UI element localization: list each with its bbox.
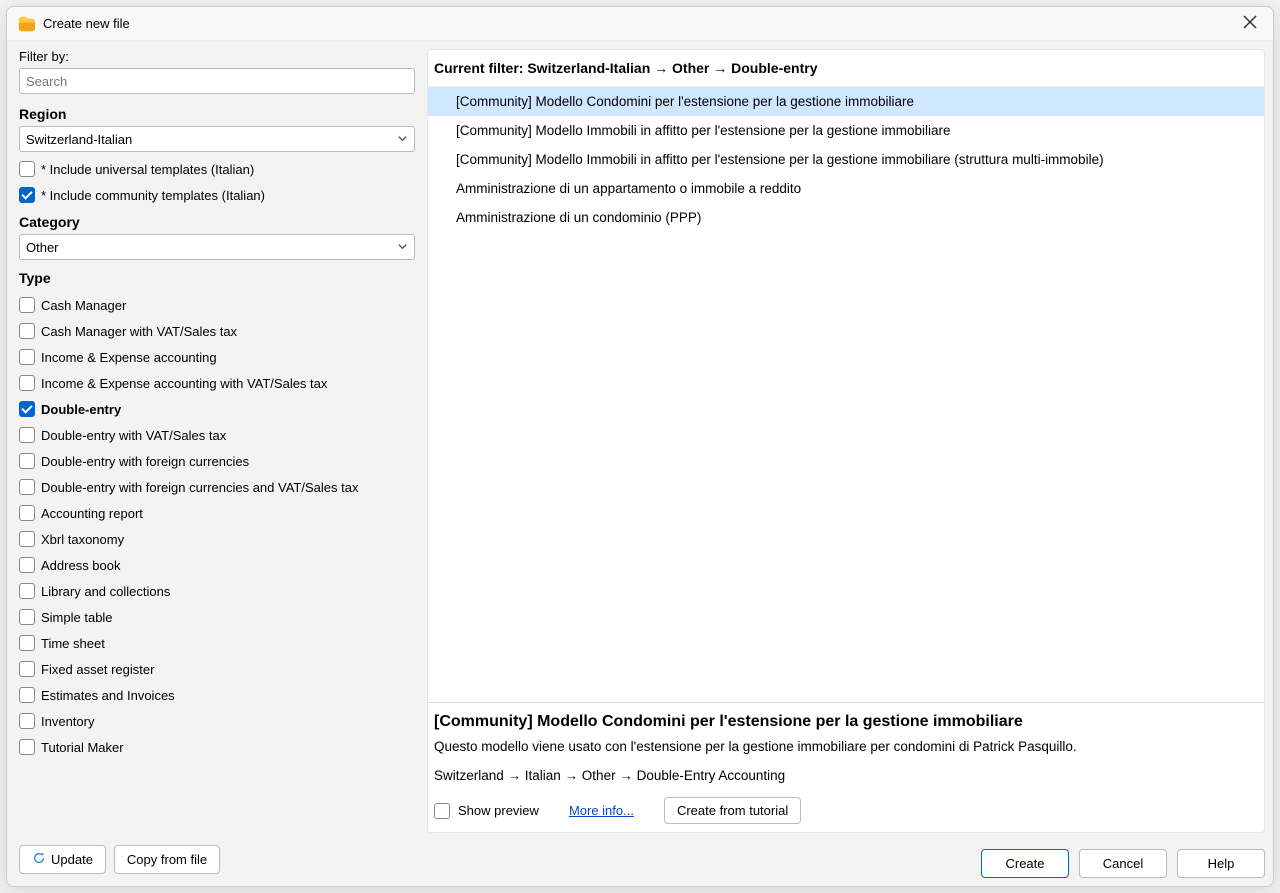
region-label: Region (19, 106, 415, 122)
details-title: [Community] Modello Condomini per l'este… (434, 713, 1258, 731)
update-button-label: Update (51, 852, 93, 867)
type-list: Cash Manager Cash Manager with VAT/Sales … (19, 292, 415, 760)
type-checkbox[interactable] (19, 375, 35, 391)
type-checkbox[interactable] (19, 427, 35, 443)
details-path: Switzerland → Italian → Other → Double-E… (434, 768, 1258, 783)
type-checkbox[interactable] (19, 713, 35, 729)
type-label: Type (19, 270, 415, 286)
help-button-label: Help (1208, 856, 1235, 871)
details-pane: [Community] Modello Condomini per l'este… (428, 702, 1264, 832)
include-universal-label: * Include universal templates (Italian) (41, 162, 254, 177)
type-label: Double-entry (41, 402, 121, 417)
show-preview-label: Show preview (458, 803, 539, 818)
type-checkbox[interactable] (19, 401, 35, 417)
type-label: Library and collections (41, 584, 170, 599)
copy-from-file-label: Copy from file (127, 852, 207, 867)
refresh-icon (32, 851, 46, 868)
dialog-footer: Create Cancel Help (427, 841, 1273, 886)
type-label: Estimates and Invoices (41, 688, 175, 703)
template-row[interactable]: [Community] Modello Immobili in affitto … (428, 145, 1264, 174)
type-checkbox[interactable] (19, 297, 35, 313)
include-community-label: * Include community templates (Italian) (41, 188, 265, 203)
type-checkbox[interactable] (19, 531, 35, 547)
template-row[interactable]: [Community] Modello Immobili in affitto … (428, 116, 1264, 145)
type-label: Double-entry with foreign currencies and… (41, 480, 358, 495)
type-checkbox[interactable] (19, 661, 35, 677)
window-title: Create new file (43, 16, 130, 31)
type-checkbox[interactable] (19, 453, 35, 469)
type-checkbox[interactable] (19, 479, 35, 495)
cancel-button[interactable]: Cancel (1079, 849, 1167, 878)
current-filter-header: Current filter: Switzerland-Italian → Ot… (428, 50, 1264, 86)
category-selected-value: Other (26, 240, 59, 255)
category-label: Category (19, 214, 415, 230)
include-universal-checkbox[interactable] (19, 161, 35, 177)
template-row[interactable]: Amministrazione di un appartamento o imm… (428, 174, 1264, 203)
create-from-tutorial-label: Create from tutorial (677, 803, 788, 818)
type-label: Address book (41, 558, 121, 573)
filter-pane: Filter by: Region Switzerland-Italian * … (7, 41, 427, 886)
type-label: Income & Expense accounting with VAT/Sal… (41, 376, 327, 391)
region-select[interactable]: Switzerland-Italian (19, 126, 415, 152)
type-label: Xbrl taxonomy (41, 532, 124, 547)
titlebar: Create new file (7, 7, 1273, 41)
search-input[interactable] (19, 68, 415, 94)
create-from-tutorial-button[interactable]: Create from tutorial (664, 797, 801, 824)
template-row[interactable]: [Community] Modello Condomini per l'este… (428, 87, 1264, 116)
type-label: Inventory (41, 714, 94, 729)
create-new-file-dialog: Create new file Filter by: Region Switze… (6, 6, 1274, 887)
type-label: Double-entry with VAT/Sales tax (41, 428, 226, 443)
category-select[interactable]: Other (19, 234, 415, 260)
details-description: Questo modello viene usato con l'estensi… (434, 739, 1258, 754)
template-row[interactable]: Amministrazione di un condominio (PPP) (428, 203, 1264, 232)
type-label: Income & Expense accounting (41, 350, 217, 365)
type-label: Cash Manager (41, 298, 126, 313)
type-checkbox[interactable] (19, 635, 35, 651)
app-icon (17, 15, 35, 33)
region-selected-value: Switzerland-Italian (26, 132, 132, 147)
type-label: Tutorial Maker (41, 740, 124, 755)
chevron-down-icon (397, 240, 408, 255)
type-checkbox[interactable] (19, 323, 35, 339)
more-info-link[interactable]: More info... (569, 803, 634, 818)
type-label: Double-entry with foreign currencies (41, 454, 249, 469)
template-list: [Community] Modello Condomini per l'este… (428, 86, 1264, 702)
show-preview-checkbox[interactable] (434, 803, 450, 819)
help-button[interactable]: Help (1177, 849, 1265, 878)
create-button-label: Create (1005, 856, 1044, 871)
create-button[interactable]: Create (981, 849, 1069, 878)
update-button[interactable]: Update (19, 845, 106, 874)
type-checkbox[interactable] (19, 609, 35, 625)
copy-from-file-button[interactable]: Copy from file (114, 845, 220, 874)
include-community-checkbox[interactable] (19, 187, 35, 203)
type-checkbox[interactable] (19, 349, 35, 365)
type-checkbox[interactable] (19, 583, 35, 599)
chevron-down-icon (397, 132, 408, 147)
type-label: Simple table (41, 610, 113, 625)
type-label: Accounting report (41, 506, 143, 521)
type-checkbox[interactable] (19, 557, 35, 573)
type-checkbox[interactable] (19, 739, 35, 755)
type-label: Cash Manager with VAT/Sales tax (41, 324, 237, 339)
type-checkbox[interactable] (19, 505, 35, 521)
close-icon[interactable] (1237, 11, 1263, 36)
type-label: Fixed asset register (41, 662, 154, 677)
type-label: Time sheet (41, 636, 105, 651)
cancel-button-label: Cancel (1103, 856, 1143, 871)
type-checkbox[interactable] (19, 687, 35, 703)
filter-by-label: Filter by: (19, 49, 415, 64)
results-pane: Current filter: Switzerland-Italian → Ot… (427, 49, 1265, 833)
